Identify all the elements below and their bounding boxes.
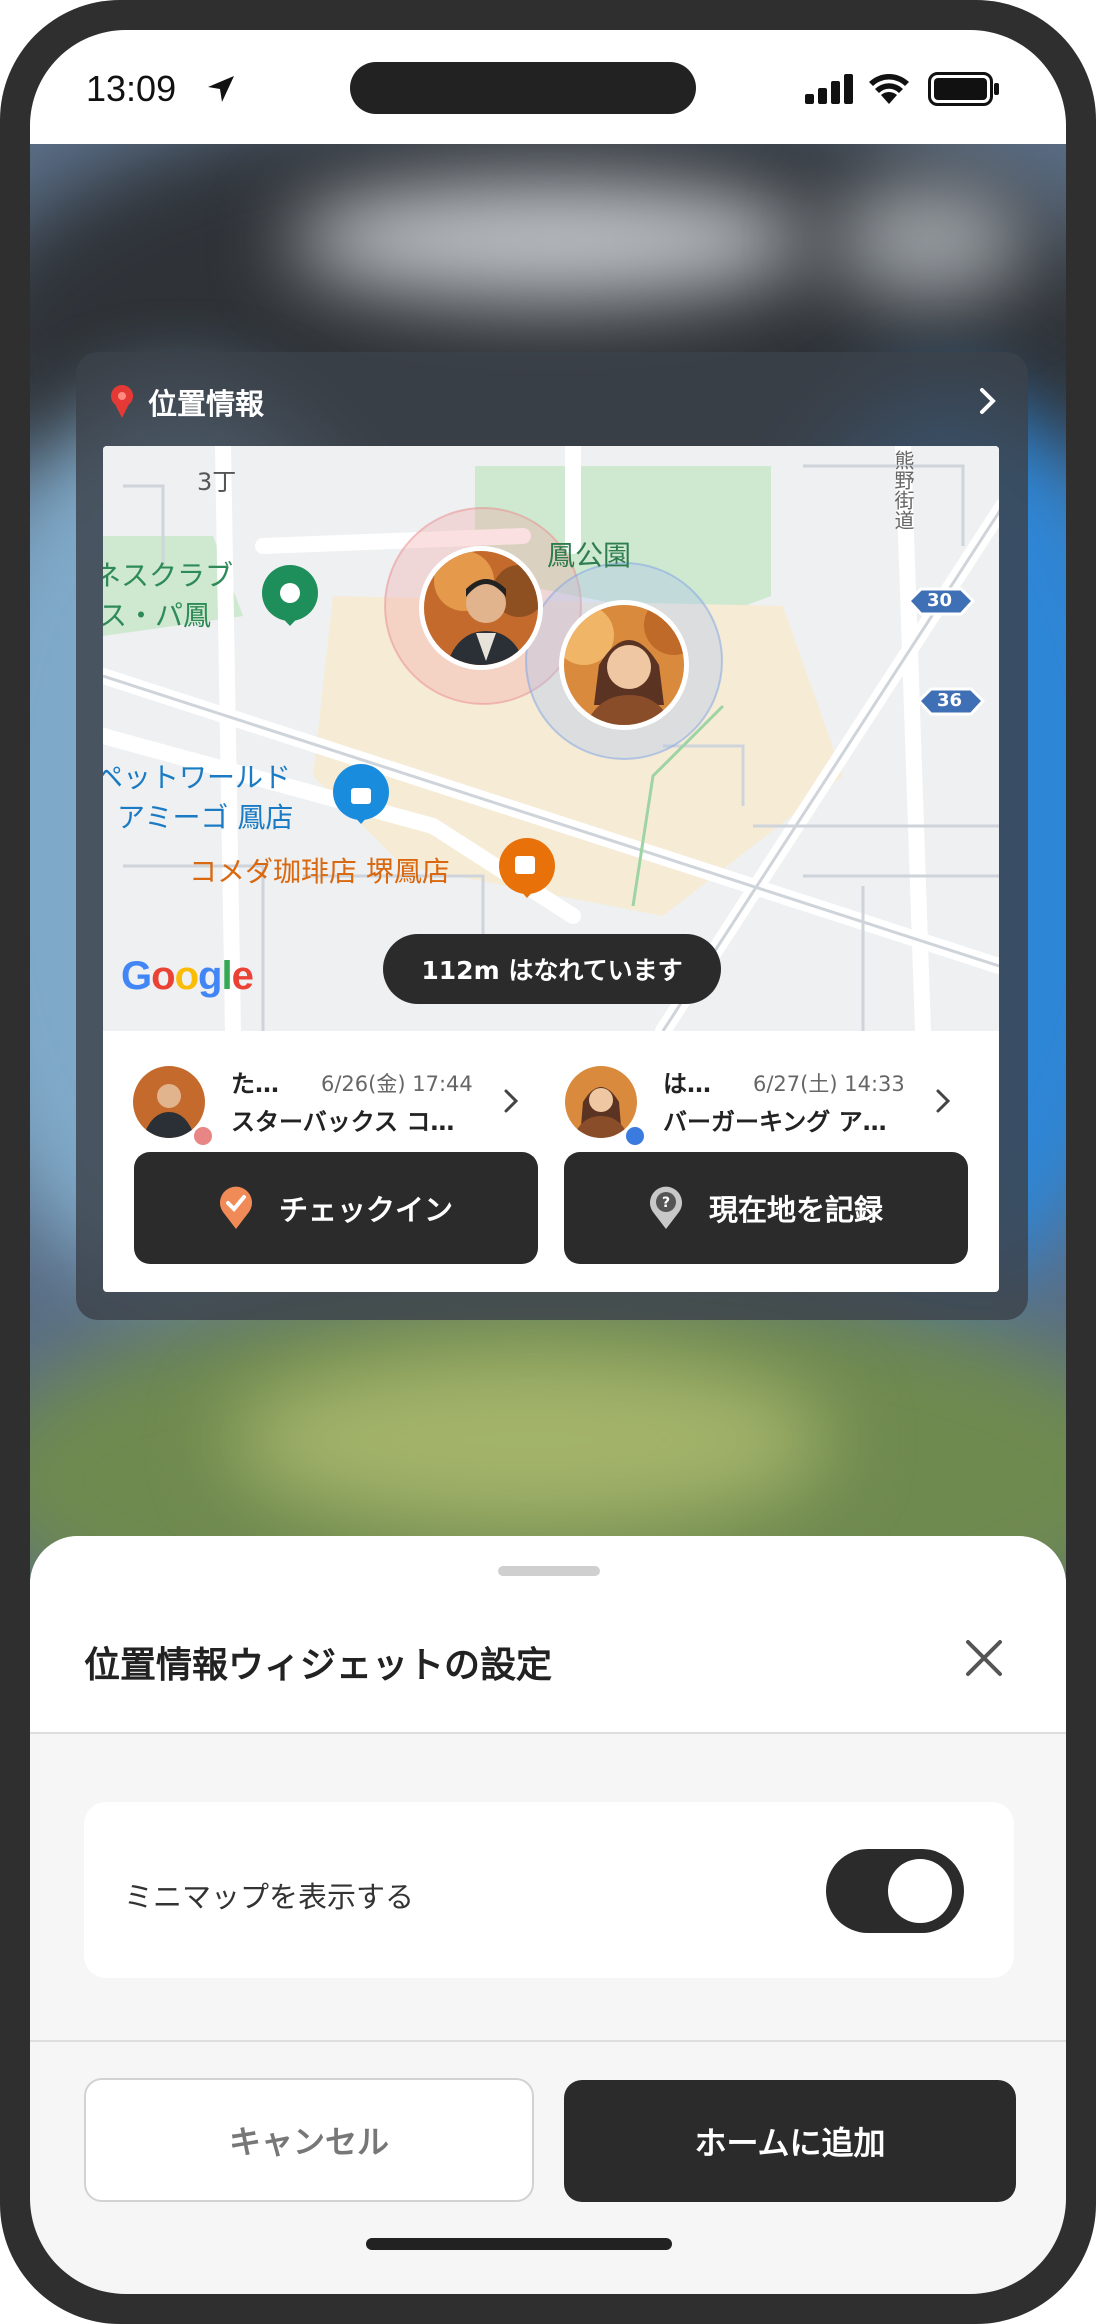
mini-map[interactable]: 3丁 鳳公園 ネスクラブ ス・パ鳳 ペットワールド アミーゴ 鳳店 コメダ珈琲店… (103, 446, 999, 1031)
map-label-road: 熊野街道 (891, 450, 915, 530)
dynamic-island (350, 62, 696, 114)
google-logo: Google (121, 954, 254, 998)
map-label-komeda: コメダ珈琲店 堺鳳店 (189, 855, 450, 888)
location-widget[interactable]: 位置情報 3丁 鳳公園 ネスクラブ ス・パ鳳 ペットワールド アミーゴ 鳳店 コ… (76, 352, 1028, 1320)
checkin-pin-icon (219, 1186, 253, 1230)
checkin-button[interactable]: チェックイン (134, 1152, 538, 1264)
chevron-right-icon (936, 1089, 951, 1113)
status-dot (191, 1124, 215, 1148)
phone-frame: 13:09 位置情報 3丁 鳳公園 ネスクラブ ス・パ鳳 ペットワールド アミー… (0, 0, 1096, 2324)
route-36-label: 36 (937, 690, 963, 711)
avatar-woman-image (564, 605, 684, 725)
chevron-right-icon[interactable] (978, 386, 998, 416)
distance-badge: 112m はなれています (383, 934, 721, 1004)
svg-text:?: ? (662, 1195, 670, 1211)
toggle-knob (888, 1859, 952, 1923)
settings-sheet: 位置情報ウィジェットの設定 ミニマップを表示する キャンセル ホームに追加 (30, 1536, 1066, 2294)
widget-body: 3丁 鳳公園 ネスクラブ ス・パ鳳 ペットワールド アミーゴ 鳳店 コメダ珈琲店… (103, 446, 999, 1292)
location-arrow-icon (208, 76, 234, 102)
record-location-button[interactable]: ? 現在地を記録 (564, 1152, 968, 1264)
avatar-man-image (424, 551, 538, 665)
person-time: 6/26(金) 17:44 (321, 1072, 473, 1096)
sheet-header: 位置情報ウィジェットの設定 (30, 1536, 1066, 1734)
map-label-petworld-1: ペットワールド (103, 761, 292, 794)
minimap-setting-row: ミニマップを表示する (84, 1802, 1014, 1978)
status-time: 13:09 (86, 68, 177, 109)
widget-title: 位置情報 (148, 387, 265, 421)
map-label-park: 鳳公園 (547, 539, 632, 572)
person-place: スターバックス コ… (231, 1108, 455, 1136)
close-icon[interactable] (962, 1636, 1006, 1680)
cancel-button[interactable]: キャンセル (84, 2078, 534, 2202)
widget-header: 位置情報 (108, 382, 264, 422)
sheet-grabber[interactable] (498, 1566, 600, 1576)
divider (30, 2040, 1066, 2042)
route-30-label: 30 (927, 590, 953, 611)
checkin-label: チェックイン (278, 1193, 453, 1227)
minimap-setting-label: ミニマップを表示する (124, 1880, 415, 1914)
battery-icon (928, 72, 999, 106)
map-avatar-woman[interactable] (559, 600, 689, 730)
question-pin-icon: ? (649, 1186, 683, 1230)
person-item-2[interactable]: は… 6/27(土) 14:33 バーガーキング ア… (535, 1038, 975, 1150)
home-indicator[interactable] (366, 2238, 672, 2250)
status-bar: 13:09 (30, 30, 1066, 144)
map-label-club-1: ネスクラブ (103, 559, 234, 592)
people-row: た… 6/26(金) 17:44 スターバックス コ… は… 6/27(土) 1… (103, 1038, 999, 1158)
map-label-petworld-2: アミーゴ 鳳店 (117, 801, 294, 834)
map-label-club-2: ス・パ鳳 (103, 599, 212, 632)
person-time: 6/27(土) 14:33 (753, 1072, 905, 1096)
person-place: バーガーキング ア… (663, 1108, 887, 1136)
person-item-1[interactable]: た… 6/26(金) 17:44 スターバックス コ… (103, 1038, 543, 1150)
wifi-icon (869, 74, 909, 104)
status-dot (623, 1124, 647, 1148)
person-name: は… (663, 1070, 711, 1098)
map-label-block: 3丁 (197, 468, 237, 496)
map-avatar-man[interactable] (419, 546, 543, 670)
chevron-right-icon (504, 1089, 519, 1113)
screen: 13:09 位置情報 3丁 鳳公園 ネスクラブ ス・パ鳳 ペットワールド アミー… (30, 30, 1066, 2294)
minimap-toggle[interactable] (826, 1849, 964, 1933)
person-name: た… (231, 1070, 279, 1098)
sheet-title: 位置情報ウィジェットの設定 (84, 1645, 553, 1686)
add-to-home-button[interactable]: ホームに追加 (564, 2080, 1016, 2202)
cellular-signal-icon (805, 74, 853, 104)
map-pin-icon (111, 385, 133, 418)
record-location-label: 現在地を記録 (708, 1193, 883, 1227)
